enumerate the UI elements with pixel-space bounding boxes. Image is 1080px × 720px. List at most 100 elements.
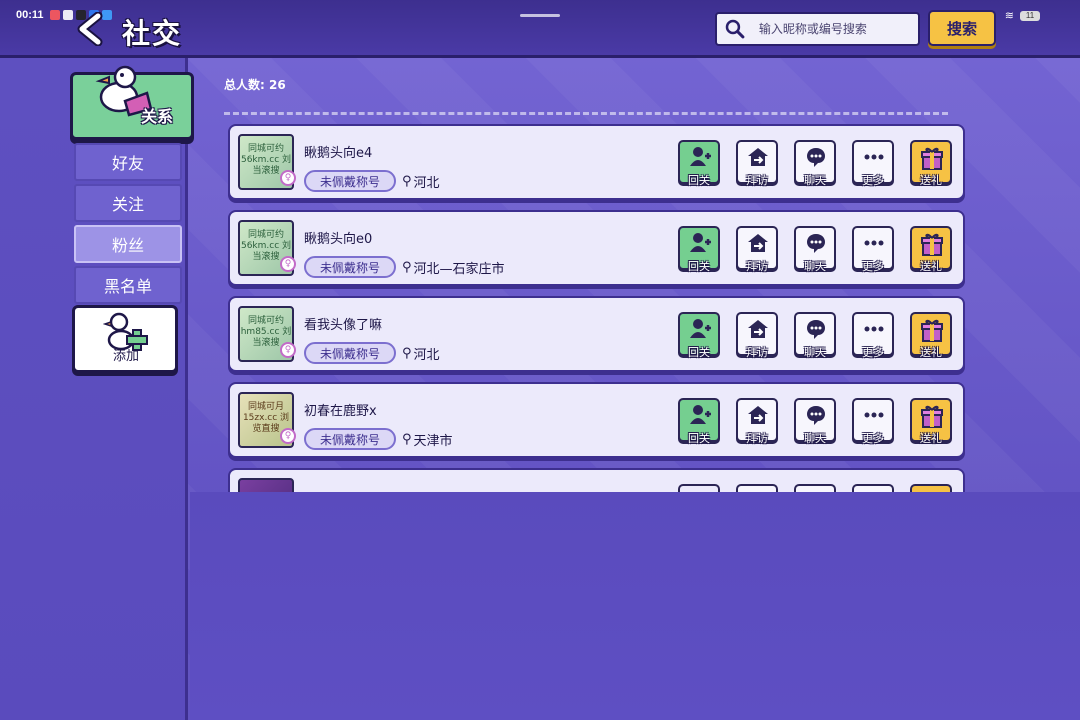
location-pin-icon: ⚲ [402, 346, 412, 361]
add-user-icon [690, 147, 711, 166]
follow-back-button[interactable]: 回关 [678, 226, 720, 273]
gift-box-icon [921, 233, 943, 256]
relation-tab[interactable]: 关系 [70, 65, 194, 140]
location-text: 河北—石家庄市 [413, 262, 505, 277]
search-button[interactable]: 搜索 [928, 10, 996, 46]
gift-label: 送礼 [920, 432, 942, 445]
gift-button[interactable]: 送礼 [910, 312, 952, 359]
gift-label: 送礼 [920, 260, 942, 273]
add-label: 添加 [113, 349, 140, 364]
chat-button[interactable]: 聊天 [794, 226, 836, 273]
visit-button[interactable]: 拜访 [736, 312, 778, 359]
visit-button[interactable]: 拜访 [736, 140, 778, 187]
chat-button[interactable]: 聊天 [794, 312, 836, 359]
location: ⚲ 河北—石家庄市 [402, 258, 505, 277]
location-text: 河北 [413, 176, 440, 191]
more-button[interactable]: 更多 [852, 140, 894, 187]
back-arrow-icon [77, 12, 103, 46]
list-item: 同城可月 15zx.cc 浏览直搜 ♀ 初春在鹿野x 未佩戴称号 ⚲ 天津市 回关… [228, 382, 965, 458]
chat-button[interactable] [794, 484, 836, 492]
location: ⚲ 河北 [402, 344, 440, 363]
gift-box-icon [921, 405, 943, 428]
user-name: 瞅鹅头向e0 [304, 232, 373, 247]
battery-icon: 11 [1020, 10, 1040, 21]
visit-button[interactable]: 拜访 [736, 226, 778, 273]
location-pin-icon: ⚲ [402, 174, 412, 189]
more-button[interactable] [852, 484, 894, 492]
wifi-icon: ≋ [1004, 10, 1014, 22]
gender-badge-icon: ♀ [280, 256, 296, 272]
total-label: 总人数: [224, 78, 265, 92]
location: ⚲ 天津市 [402, 430, 453, 449]
gift-box-icon [921, 319, 943, 342]
more-dots-icon [864, 240, 884, 246]
chat-label: 聊天 [804, 432, 826, 445]
chat-bubble-icon [807, 320, 825, 339]
sidebar-item-following[interactable]: 关注 [74, 184, 182, 222]
back-button[interactable] [74, 12, 108, 46]
gift-button[interactable] [910, 484, 952, 492]
title-badge: 未佩戴称号 [304, 256, 396, 278]
empty-background-area [190, 492, 1080, 720]
total-value: 26 [269, 78, 286, 92]
gift-button[interactable]: 送礼 [910, 226, 952, 273]
follow-back-label: 回关 [688, 346, 710, 359]
avatar[interactable] [238, 478, 294, 492]
gift-button[interactable]: 送礼 [910, 398, 952, 445]
gender-badge-icon: ♀ [280, 428, 296, 444]
visit-button[interactable]: 拜访 [736, 398, 778, 445]
list-item: 同城可约 hm85.cc 刘当滚搜 ♀ 看我头像了嘛 未佩戴称号 ⚲ 河北 回关 … [228, 296, 965, 372]
chat-label: 聊天 [804, 260, 826, 273]
sidebar-item-fans[interactable]: 粉丝 [74, 225, 182, 263]
visit-button[interactable] [736, 484, 778, 492]
house-icon [748, 320, 768, 338]
user-list[interactable]: 同城可约 56km.cc 刘当滚搜 ♀ 瞅鹅头向e4 未佩戴称号 ⚲ 河北 回关 … [222, 120, 972, 492]
more-label: 更多 [862, 174, 884, 187]
follow-back-label: 回关 [688, 174, 710, 187]
add-user-icon [690, 319, 711, 338]
chat-label: 聊天 [804, 346, 826, 359]
app-notification-icon [62, 10, 73, 20]
search-input[interactable] [758, 22, 918, 36]
chat-label: 聊天 [804, 174, 826, 187]
header: 00:11 ≋ 11 社交 搜索 [0, 0, 1080, 58]
follow-back-button[interactable]: 回关 [678, 312, 720, 359]
chat-button[interactable]: 聊天 [794, 140, 836, 187]
location-pin-icon: ⚲ [402, 432, 412, 447]
more-button[interactable]: 更多 [852, 226, 894, 273]
chat-button[interactable]: 聊天 [794, 398, 836, 445]
gift-button[interactable]: 送礼 [910, 140, 952, 187]
follow-back-button[interactable]: 回关 [678, 140, 720, 187]
top-handle [520, 14, 560, 17]
follow-back-label: 回关 [688, 432, 710, 445]
more-dots-icon [864, 412, 884, 418]
visit-label: 拜访 [746, 174, 768, 187]
sidebar-item-blacklist[interactable]: 黑名单 [74, 266, 182, 304]
add-user-icon [690, 233, 711, 252]
follow-back-label: 回关 [688, 260, 710, 273]
house-icon [748, 406, 768, 424]
search-icon [725, 19, 745, 39]
chat-bubble-icon [807, 406, 825, 425]
visit-label: 拜访 [746, 346, 768, 359]
page-title: 社交 [122, 17, 183, 50]
status-time: 00:11 [16, 9, 44, 21]
gift-label: 送礼 [920, 174, 942, 187]
status-right: ≋ 11 [1005, 9, 1040, 22]
sidebar-item-friends[interactable]: 好友 [74, 143, 182, 181]
add-user-icon [690, 405, 711, 424]
list-item: 同城可约 56km.cc 刘当滚搜 ♀ 瞅鹅头向e0 未佩戴称号 ⚲ 河北—石家庄… [228, 210, 965, 286]
gender-badge-icon: ♀ [280, 342, 296, 358]
title-badge: 未佩戴称号 [304, 428, 396, 450]
location: ⚲ 河北 [402, 172, 440, 191]
location-text: 天津市 [413, 434, 453, 449]
total-count: 总人数: 26 [224, 76, 286, 93]
add-friend-button[interactable]: 添加 [72, 305, 178, 373]
more-button[interactable]: 更多 [852, 398, 894, 445]
follow-back-button[interactable] [678, 484, 720, 492]
house-icon [748, 234, 768, 252]
more-button[interactable]: 更多 [852, 312, 894, 359]
title-badge: 未佩戴称号 [304, 170, 396, 192]
follow-back-button[interactable]: 回关 [678, 398, 720, 445]
search-field[interactable] [715, 12, 920, 46]
